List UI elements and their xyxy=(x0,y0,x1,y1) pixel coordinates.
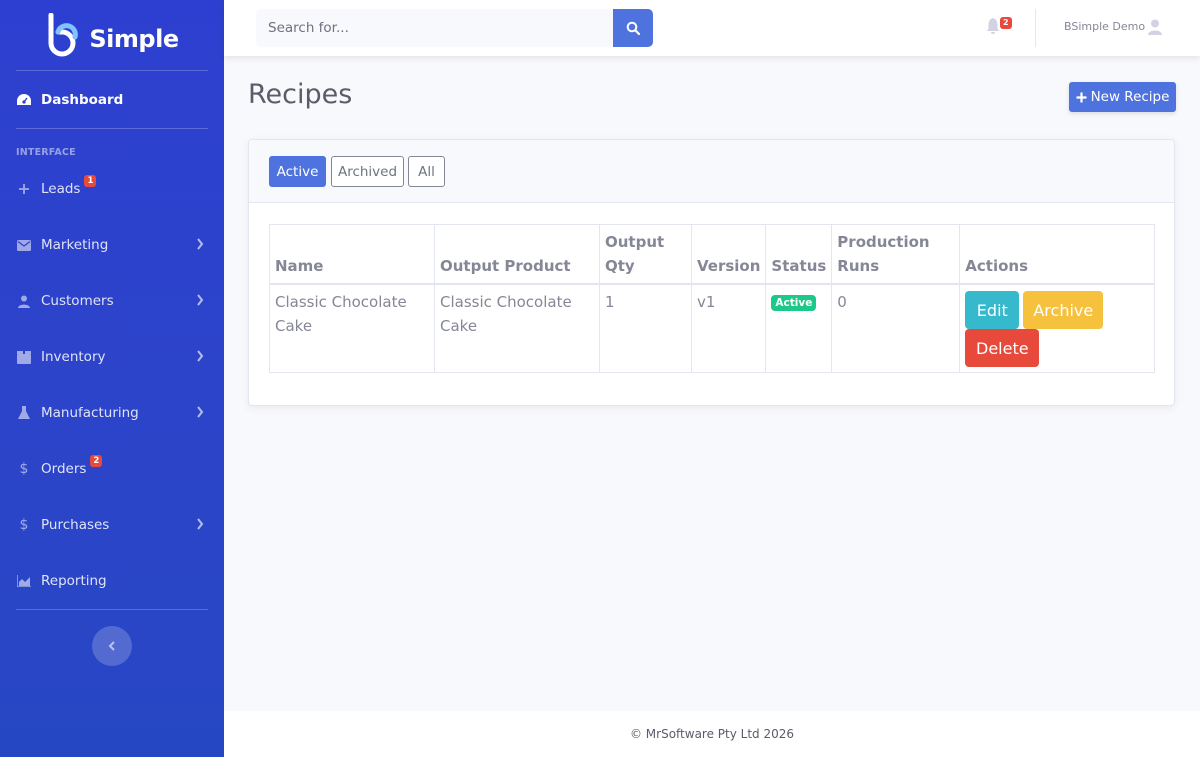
search-button[interactable] xyxy=(613,9,653,47)
sidebar-item-label: Orders xyxy=(41,461,87,477)
chevron-right-icon xyxy=(196,350,204,366)
envelope-icon xyxy=(16,237,32,253)
user-name[interactable]: BSimple Demo xyxy=(1064,20,1145,33)
chart-area-icon xyxy=(16,573,32,589)
cell-output-product: Classic Chocolate Cake xyxy=(434,283,600,373)
sidebar-item-label: Purchases xyxy=(41,517,110,533)
filter-archived-button[interactable]: Archived xyxy=(331,156,404,187)
box-icon xyxy=(16,349,32,365)
alerts-badge: 2 xyxy=(1000,17,1012,29)
actions-row: Edit Archive xyxy=(965,291,1149,329)
table-row: Classic Chocolate Cake Classic Chocolate… xyxy=(269,283,1155,373)
card-header: Active Archived All xyxy=(249,140,1174,203)
new-recipe-button[interactable]: New Recipe xyxy=(1069,82,1176,112)
brand[interactable]: Simple xyxy=(0,0,224,70)
chevron-left-icon xyxy=(108,641,115,651)
archive-button[interactable]: Archive xyxy=(1023,291,1104,329)
topbar-divider xyxy=(1035,9,1036,47)
filter-all-button[interactable]: All xyxy=(408,156,445,187)
sidebar-item-orders[interactable]: $ Orders 2 xyxy=(0,441,224,497)
recipes-table: Name Output Product Output Qty Version S… xyxy=(269,224,1155,373)
plus-icon xyxy=(1076,92,1087,102)
column-header-name[interactable]: Name xyxy=(269,224,435,285)
search-icon xyxy=(626,21,640,35)
delete-button[interactable]: Delete xyxy=(965,329,1040,367)
chevron-right-icon xyxy=(196,406,204,422)
footer: © MrSoftware Pty Ltd 2026 xyxy=(224,711,1200,757)
column-header-version[interactable]: Version xyxy=(690,224,767,285)
column-header-production-runs[interactable]: Production Runs xyxy=(831,224,961,285)
leads-badge: 1 xyxy=(84,175,97,187)
sidebar-item-leads[interactable]: Leads 1 xyxy=(0,161,224,217)
user-icon xyxy=(16,293,32,309)
sidebar-item-marketing[interactable]: Marketing xyxy=(0,217,224,273)
brand-logo-icon xyxy=(45,12,85,57)
cell-version: v1 xyxy=(690,283,767,373)
cell-name: Classic Chocolate Cake xyxy=(269,283,435,373)
sidebar-divider xyxy=(16,609,208,610)
table-header-row: Name Output Product Output Qty Version S… xyxy=(269,224,1155,285)
sidebar-item-manufacturing[interactable]: Manufacturing xyxy=(0,385,224,441)
chevron-right-icon xyxy=(196,518,204,534)
sidebar-item-label: Reporting xyxy=(41,573,107,589)
cell-output-qty: 1 xyxy=(599,283,692,373)
sidebar-item-dashboard[interactable]: Dashboard xyxy=(0,71,224,128)
user-avatar-icon[interactable] xyxy=(1148,19,1162,39)
bell-icon[interactable] xyxy=(986,18,1000,38)
tachometer-icon xyxy=(16,92,32,108)
sidebar-item-inventory[interactable]: Inventory xyxy=(0,329,224,385)
sidebar-item-label: Marketing xyxy=(41,237,109,253)
column-header-output-qty[interactable]: Output Qty xyxy=(599,224,692,285)
sidebar-item-label: Customers xyxy=(41,293,114,309)
filter-active-button[interactable]: Active xyxy=(269,156,326,187)
column-header-actions: Actions xyxy=(959,224,1155,285)
cell-production-runs: 0 xyxy=(831,283,961,373)
cell-status: Active xyxy=(765,283,833,373)
topbar: 2 BSimple Demo xyxy=(224,0,1200,56)
dollar-icon: $ xyxy=(19,517,29,533)
plus-icon xyxy=(16,181,32,197)
sidebar-item-customers[interactable]: Customers xyxy=(0,273,224,329)
sidebar-item-label: Dashboard xyxy=(41,91,124,108)
new-recipe-label: New Recipe xyxy=(1090,89,1170,105)
cell-actions: Edit Archive Delete xyxy=(959,283,1155,373)
page-title: Recipes xyxy=(248,79,353,110)
sidebar-item-reporting[interactable]: Reporting xyxy=(0,553,224,609)
search-input[interactable] xyxy=(256,9,613,47)
sidebar-heading: INTERFACE xyxy=(16,147,76,158)
sidebar-item-label: Leads xyxy=(41,181,81,197)
sidebar-item-purchases[interactable]: $ Purchases xyxy=(0,497,224,553)
actions-row: Delete xyxy=(965,329,1149,367)
sidebar-item-label: Manufacturing xyxy=(41,405,139,421)
dollar-icon: $ xyxy=(19,461,29,477)
brand-name: Simple xyxy=(89,25,179,53)
sidebar: Simple Dashboard INTERFACE Leads 1 Marke… xyxy=(0,0,224,757)
sidebar-item-label: Inventory xyxy=(41,349,106,365)
recipes-card: Active Archived All Name Output Product … xyxy=(248,139,1175,406)
edit-button[interactable]: Edit xyxy=(965,291,1020,329)
chevron-right-icon xyxy=(196,294,204,310)
column-header-status[interactable]: Status xyxy=(765,224,833,285)
status-badge: Active xyxy=(771,295,817,311)
column-header-output-product[interactable]: Output Product xyxy=(434,224,600,285)
search-form xyxy=(256,9,653,47)
chevron-right-icon xyxy=(196,238,204,254)
flask-icon xyxy=(16,405,32,421)
sidebar-toggle-button[interactable] xyxy=(92,626,132,666)
copyright-text: © MrSoftware Pty Ltd 2026 xyxy=(629,727,795,741)
orders-badge: 2 xyxy=(90,455,103,467)
